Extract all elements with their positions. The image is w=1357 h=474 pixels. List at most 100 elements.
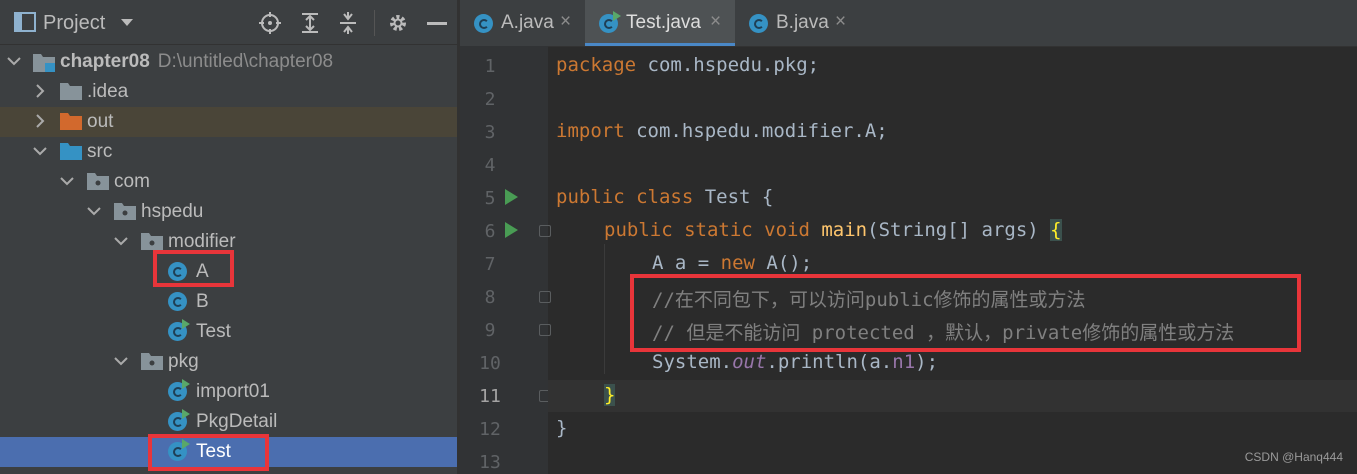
tree-item-class-test-modifier[interactable]: Test [0,317,457,347]
code-keyword: public static void [604,219,810,241]
code-editor: A.java × Test.java × B.java × 1 2 3 4 5 … [460,0,1357,474]
code-text: com.hspedu.modifier.A; [624,120,888,142]
chevron-right-icon[interactable] [32,111,48,131]
chevron-down-icon[interactable] [113,231,129,251]
code-line-7: A a = new A(); [556,252,812,274]
tree-item-label: import01 [196,381,270,402]
minimize-icon[interactable] [427,22,447,26]
runnable-class-icon [599,11,621,33]
line-number: 7 [484,254,496,275]
line-number: 12 [479,419,501,440]
tree-item-label: PkgDetail [196,411,278,432]
close-icon[interactable]: × [560,11,571,33]
tree-item-label: .idea [87,81,129,102]
chevron-down-icon[interactable] [86,201,102,221]
tab-label: Test.java [626,12,701,33]
chevron-down-icon[interactable] [59,171,75,191]
project-window-icon [14,12,36,32]
close-icon[interactable]: × [710,11,721,33]
collapse-all-icon[interactable] [338,12,358,34]
code-line-6: public static void main(String[] args) { [556,219,1062,241]
code-keyword: package [556,54,637,76]
class-icon [474,14,493,33]
tree-item-out[interactable]: out [0,107,457,137]
line-number: 4 [484,155,496,176]
matched-brace: { [1050,219,1062,241]
chevron-right-icon[interactable] [32,81,48,101]
code-text: com.hspedu.pkg; [636,54,820,76]
module-path: D:\untitled\chapter08 [157,51,334,72]
editor-gutter: 1 2 3 4 5 6 7 8 9 10 11 12 13 [460,46,551,474]
expand-all-icon[interactable] [300,12,320,34]
package-icon [114,203,136,220]
tab-test-java[interactable]: Test.java × [585,0,735,46]
excluded-folder-icon [60,113,82,130]
highlight-box-class-test [148,434,269,471]
package-icon [141,353,163,370]
package-icon [87,173,109,190]
chevron-down-icon[interactable] [32,141,48,161]
source-folder-icon [60,143,82,160]
line-number: 1 [484,56,496,77]
code-function: main [821,219,868,241]
tab-a-java[interactable]: A.java × [460,0,585,46]
tab-b-java[interactable]: B.java × [735,0,860,46]
matched-brace: } [604,384,616,406]
tree-item-src[interactable]: src [0,137,457,167]
line-number: 10 [479,353,501,374]
tree-item-idea[interactable]: .idea [0,77,457,107]
tree-item-class-import01[interactable]: import01 [0,377,457,407]
code-text: A a = [652,252,721,274]
gear-icon[interactable] [387,12,409,34]
highlight-box-comments [630,274,1301,352]
project-panel-header: Project [0,0,457,45]
tree-item-com[interactable]: com [0,167,457,197]
code-field: n1 [892,351,916,373]
code-text: A(); [754,252,813,274]
class-icon [168,292,187,311]
tree-item-label: src [87,141,113,162]
highlight-box-class-a [153,250,234,287]
chevron-down-icon[interactable] [113,351,129,371]
runnable-class-icon [168,319,190,341]
line-number: 13 [479,452,501,473]
tree-item-label: chapter08 [60,51,150,72]
code-line-11: } [556,384,616,406]
project-panel: Project chapter08 D:\untitled\chapter08 [0,0,457,474]
tab-label: B.java [776,12,829,33]
run-main-icon[interactable] [505,222,518,238]
close-icon[interactable]: × [835,11,846,33]
line-number: 2 [484,89,496,110]
code-text: ); [915,351,939,373]
code-text: System. [652,351,733,373]
run-class-icon[interactable] [505,189,518,205]
locate-target-icon[interactable] [259,12,281,34]
tab-label: A.java [501,12,554,33]
code-area[interactable]: package com.hspedu.pkg; import com.hsped… [548,46,1357,474]
code-line-3: import com.hspedu.modifier.A; [556,120,888,142]
runnable-class-icon [168,409,190,431]
tree-item-label: hspedu [141,201,204,222]
code-static-field: out [732,351,767,373]
tree-item-label: pkg [168,351,199,372]
code-line-10: System.out.println(a.n1); [556,351,938,373]
tree-item-pkg[interactable]: pkg [0,347,457,377]
line-number: 8 [484,287,496,308]
tree-item-hspedu[interactable]: hspedu [0,197,457,227]
code-text: } [556,417,568,439]
tree-item-label: Test [196,321,231,342]
chevron-down-icon[interactable] [6,51,22,71]
code-line-12: } [556,417,567,439]
tree-item-class-pkgdetail[interactable]: PkgDetail [0,407,457,437]
code-text: (String[] args) [867,219,1051,241]
tree-item-chapter08[interactable]: chapter08 D:\untitled\chapter08 [0,47,457,77]
runnable-class-icon [168,379,190,401]
dropdown-chevron-icon[interactable] [120,18,134,28]
watermark: CSDN @Hanq444 [1244,450,1343,464]
class-icon [749,14,768,33]
module-folder-icon [33,54,55,72]
project-title[interactable]: Project [43,12,105,35]
tree-item-class-b[interactable]: B [0,287,457,317]
folder-icon [60,83,82,100]
line-number: 3 [484,122,496,143]
